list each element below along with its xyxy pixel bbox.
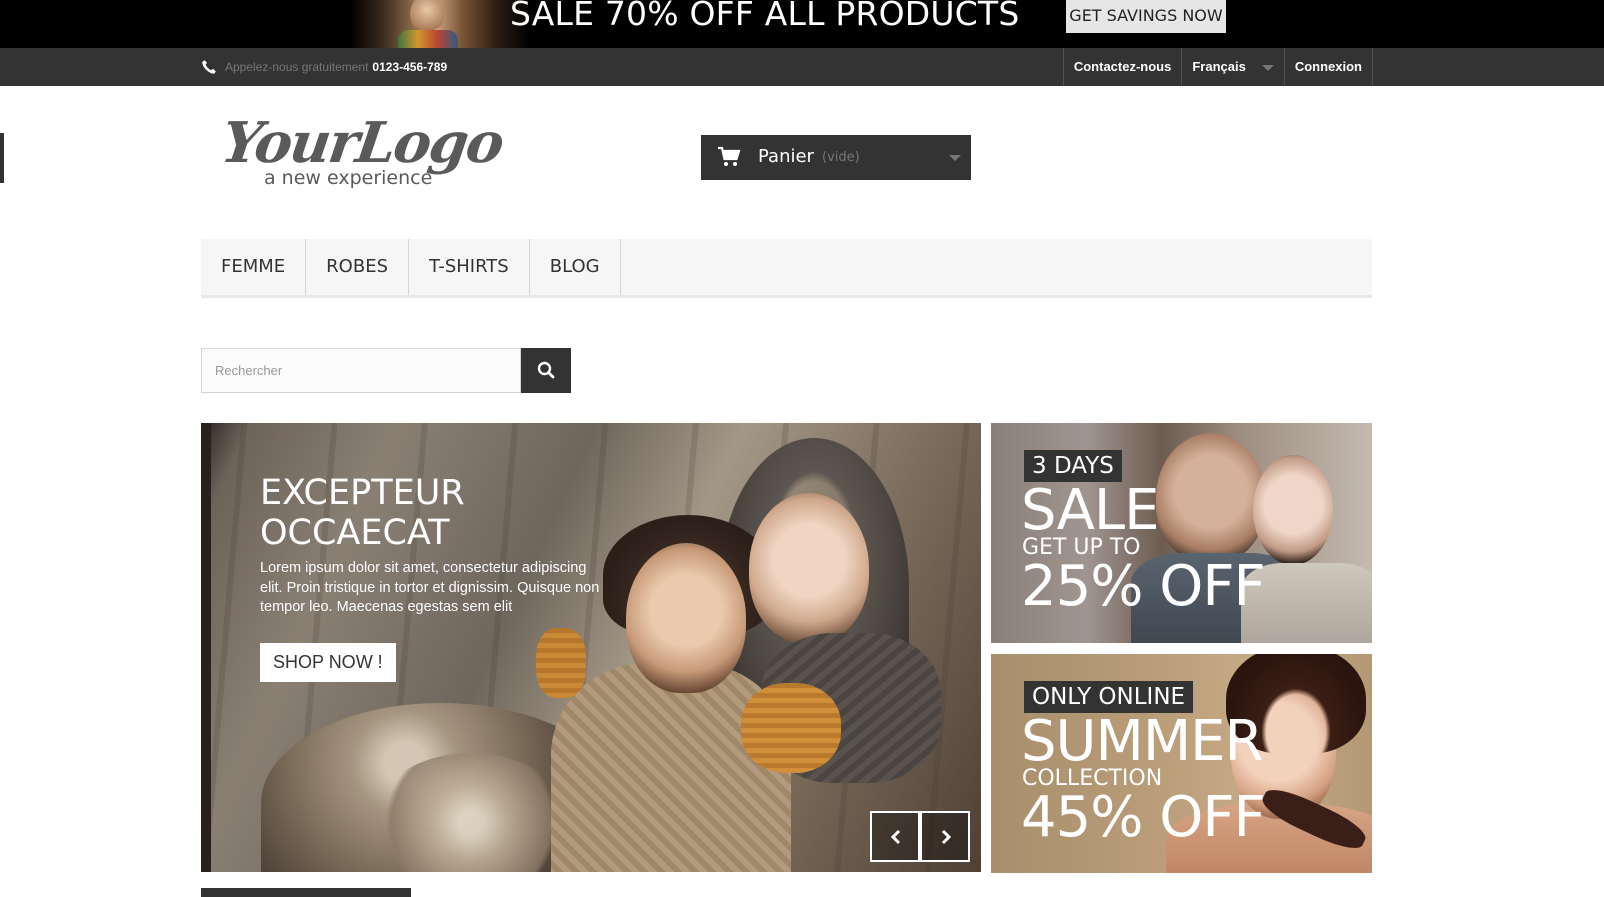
slide-photo-part xyxy=(741,683,841,773)
slide-description: Lorem ipsum dolor sit amet, consectetur … xyxy=(260,560,600,615)
banner-discount: 25% OFF xyxy=(1021,554,1266,619)
chevron-down-icon xyxy=(949,155,961,161)
contact-link[interactable]: Contactez-nous xyxy=(1062,48,1182,86)
cart-status: (vide) xyxy=(822,150,860,165)
top-utility-bar: Appelez-nous gratuitement 0123-456-789 C… xyxy=(0,48,1604,86)
phone-contact: Appelez-nous gratuitement 0123-456-789 xyxy=(201,48,447,86)
banner-photo-part xyxy=(1156,433,1266,563)
model-face xyxy=(410,0,444,34)
hero-slider[interactable]: EXCEPTEUR OCCAECAT Lorem ipsum dolor sit… xyxy=(201,423,981,872)
phone-label: Appelez-nous gratuitement xyxy=(225,60,369,74)
phone-number: 0123-456-789 xyxy=(372,60,448,74)
shopping-cart-icon xyxy=(717,146,741,168)
banner-headline: SUMMER xyxy=(1021,709,1263,774)
slider-next-button[interactable] xyxy=(920,811,970,862)
language-selector[interactable]: Français xyxy=(1181,48,1283,86)
phone-icon xyxy=(201,59,217,75)
shop-now-button[interactable]: SHOP NOW ! xyxy=(260,643,396,682)
section-tab[interactable] xyxy=(201,888,411,897)
nav-item-femme[interactable]: FEMME xyxy=(201,239,307,295)
get-savings-button[interactable]: GET SAVINGS NOW xyxy=(1066,0,1226,33)
promo-banner[interactable]: SALE 70% OFF ALL PRODUCTS GET SAVINGS NO… xyxy=(0,0,1604,48)
search-button[interactable] xyxy=(521,348,571,393)
slide-title: EXCEPTEUR OCCAECAT xyxy=(260,473,465,553)
slider-prev-button[interactable] xyxy=(870,811,920,862)
search-icon xyxy=(537,361,555,379)
slide-photo-part xyxy=(536,628,586,698)
logo-tagline: a new experience xyxy=(264,167,433,189)
search-input[interactable] xyxy=(201,348,521,393)
slide-photo-part xyxy=(749,493,869,643)
side-edge-tab[interactable] xyxy=(0,133,4,183)
slide-photo-part xyxy=(201,423,211,872)
cart-label: Panier xyxy=(758,146,814,167)
sale-banner[interactable]: 3 DAYS SALE GET UP TO 25% OFF xyxy=(991,423,1372,643)
cart-button[interactable]: Panier (vide) xyxy=(701,135,971,180)
nav-item-robes[interactable]: ROBES xyxy=(306,239,409,295)
model-scarf xyxy=(398,30,458,48)
chevron-right-icon xyxy=(941,829,952,845)
site-logo[interactable]: YourLogo a new experience xyxy=(217,110,512,195)
nav-item-blog[interactable]: BLOG xyxy=(530,239,621,295)
banner-discount: 45% OFF xyxy=(1021,785,1266,850)
top-links: Contactez-nous Français Connexion xyxy=(1062,48,1373,86)
banner-headline: SALE xyxy=(1021,478,1159,543)
chevron-left-icon xyxy=(890,829,901,845)
main-nav: FEMME ROBES T-SHIRTS BLOG xyxy=(201,239,1372,298)
promo-model-image xyxy=(350,0,530,48)
chevron-down-icon xyxy=(1261,65,1274,71)
language-label: Français xyxy=(1192,59,1246,74)
promo-title: SALE 70% OFF ALL PRODUCTS xyxy=(510,0,1020,33)
nav-item-tshirts[interactable]: T-SHIRTS xyxy=(409,239,530,295)
summer-banner[interactable]: ONLY ONLINE SUMMER COLLECTION 45% OFF xyxy=(991,654,1372,873)
slide-photo-part xyxy=(626,543,746,693)
banner-photo-part xyxy=(1253,455,1333,565)
login-link[interactable]: Connexion xyxy=(1283,48,1373,86)
